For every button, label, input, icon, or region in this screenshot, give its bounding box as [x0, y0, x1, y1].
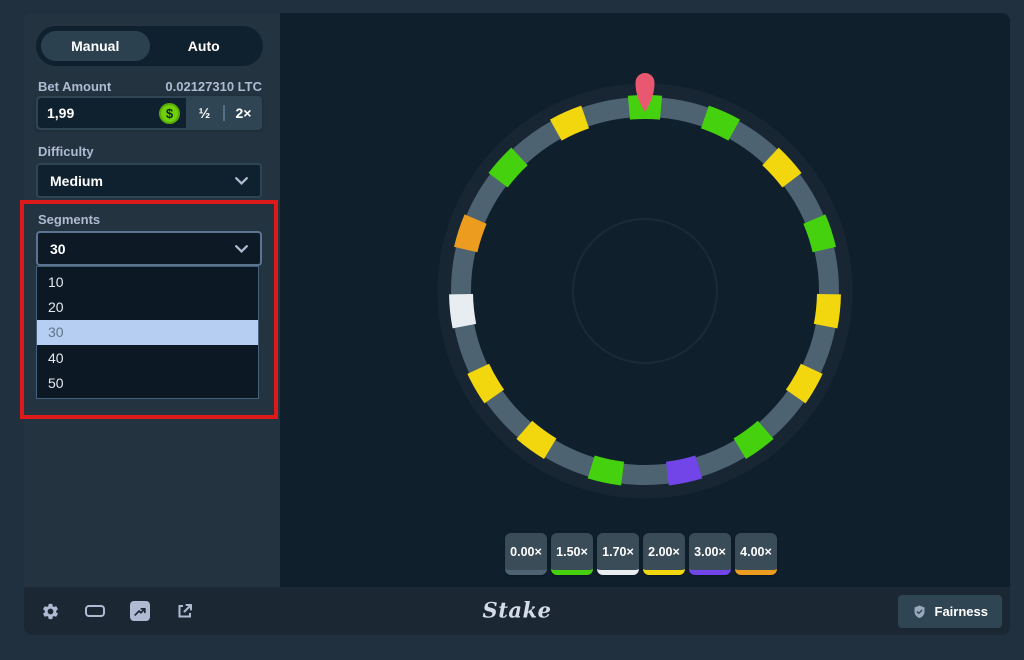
legend-chip-4.00: 4.00× [735, 533, 777, 575]
bet-mode-toggle: Manual Auto [36, 26, 263, 66]
legend-chip-0.00: 0.00× [505, 533, 547, 575]
game-card: Manual Auto Bet Amount 0.02127310 LTC 1,… [24, 13, 1010, 635]
bet-balance-value: 0.02127310 LTC [165, 79, 262, 94]
segments-option-10[interactable]: 10 [37, 269, 258, 294]
legend-chip-1.50: 1.50× [551, 533, 593, 575]
dollar-coin-icon: $ [159, 103, 180, 124]
bet-amount-field[interactable]: 1,99 $ [38, 98, 186, 128]
bet-amount-label: Bet Amount [38, 79, 111, 94]
bet-amount-value[interactable]: 1,99 [47, 105, 159, 121]
fairness-label: Fairness [935, 604, 988, 619]
footer-bar: Stake Fairness [24, 587, 1010, 635]
tab-manual[interactable]: Manual [41, 31, 150, 61]
difficulty-label: Difficulty [38, 144, 94, 159]
hotkeys-icon[interactable] [85, 601, 105, 621]
multiplier-legend: 0.00×1.50×1.70×2.00×3.00×4.00× [505, 533, 777, 575]
segments-label: Segments [38, 212, 100, 227]
wheel-segment-10-2.00 [796, 369, 812, 397]
difficulty-select[interactable]: Medium [36, 163, 262, 198]
difficulty-selected-value: Medium [50, 173, 103, 189]
wheel-svg [415, 61, 875, 521]
wheel-segment-16-1.50 [591, 467, 622, 474]
bet-amount-row: Bet Amount 0.02127310 LTC [38, 79, 262, 94]
settings-gear-icon[interactable] [40, 601, 60, 621]
legend-chip-2.00: 2.00× [643, 533, 685, 575]
wheel-segment-28-2.00 [556, 117, 585, 130]
wheel-segment-6-1.50 [814, 219, 824, 250]
segments-select[interactable]: 30 [36, 231, 262, 266]
chevron-down-icon [235, 177, 248, 185]
shield-check-icon [912, 604, 927, 620]
segments-selected-value: 30 [50, 241, 66, 257]
segments-option-20[interactable]: 20 [37, 294, 258, 319]
legend-chip-3.00: 3.00× [689, 533, 731, 575]
wheel-segment-12-1.50 [740, 430, 766, 449]
double-bet-button[interactable]: 2× [225, 96, 262, 130]
bet-amount-input-group: 1,99 $ ½ 2× [36, 96, 262, 130]
theatre-expand-icon[interactable] [175, 601, 195, 621]
tab-auto[interactable]: Auto [150, 31, 259, 61]
footer-icons [40, 587, 195, 635]
wheel-segment-4-2.00 [770, 156, 791, 180]
wheel-segment-22-1.70 [461, 294, 464, 326]
wheel-segment-26-1.50 [498, 156, 519, 180]
stake-logo[interactable]: Stake [483, 598, 552, 623]
segments-options-list: 1020304050 [36, 266, 259, 399]
wheel-inner-circle [573, 219, 717, 363]
wheel-segment-2-1.50 [705, 117, 734, 130]
live-stats-icon[interactable] [130, 601, 150, 621]
wheel [415, 61, 875, 521]
wheel-segment-20-2.00 [478, 369, 494, 397]
segments-option-50[interactable]: 50 [37, 371, 258, 396]
bet-sidebar: Manual Auto Bet Amount 0.02127310 LTC 1,… [24, 13, 280, 587]
segments-option-30[interactable]: 30 [37, 320, 258, 345]
wheel-outer-halo [446, 92, 844, 490]
chevron-down-icon [235, 245, 248, 253]
fairness-button[interactable]: Fairness [898, 595, 1002, 628]
legend-chip-1.70: 1.70× [597, 533, 639, 575]
wheel-segment-14-3.00 [667, 467, 698, 474]
wheel-segment-18-2.00 [524, 430, 550, 449]
wheel-segment-24-4.00 [466, 219, 476, 250]
half-bet-button[interactable]: ½ [186, 96, 223, 130]
segments-option-40[interactable]: 40 [37, 345, 258, 370]
game-area: 0.00×1.50×1.70×2.00×3.00×4.00× [280, 13, 1010, 587]
wheel-segment-8-2.00 [826, 294, 829, 326]
